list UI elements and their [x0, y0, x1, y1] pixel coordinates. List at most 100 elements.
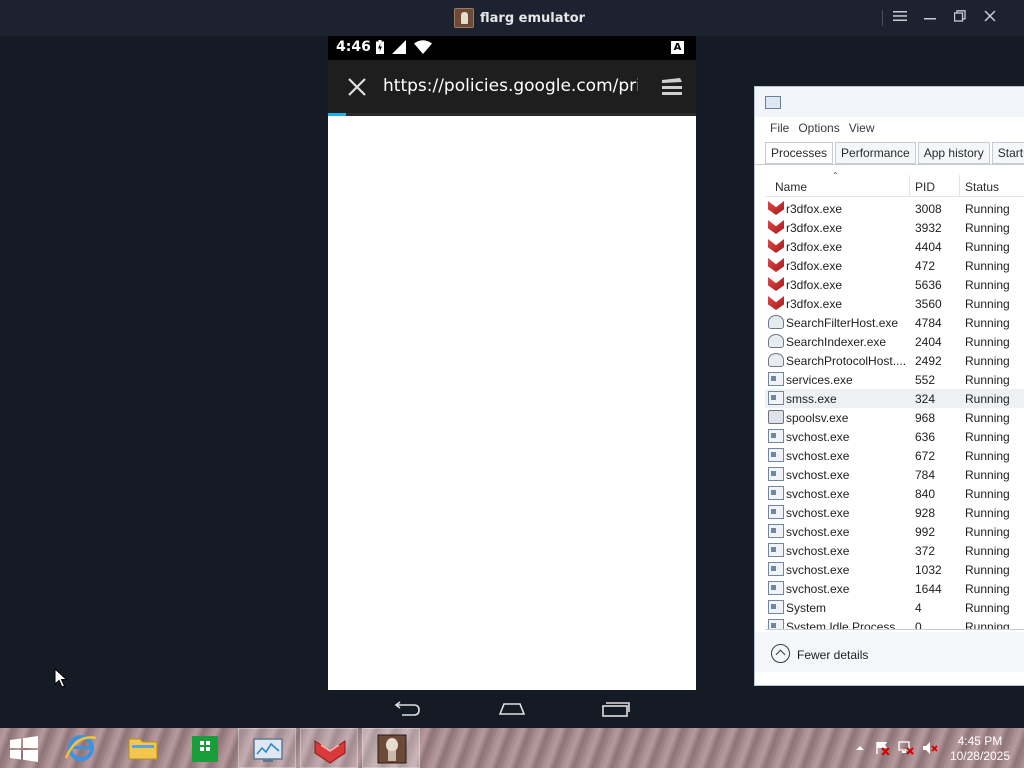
table-row[interactable]: svchost.exe 636 Running — [765, 427, 1024, 446]
process-name: r3dfox.exe — [786, 202, 843, 216]
tab-performance[interactable]: Performance — [835, 142, 916, 164]
column-divider[interactable] — [959, 175, 960, 197]
table-row[interactable]: svchost.exe 672 Running — [765, 446, 1024, 465]
collapse-chevron-icon[interactable] — [771, 644, 790, 663]
r3dfox-process-icon — [768, 277, 784, 291]
table-row[interactable]: r3dfox.exe 3560 Running — [765, 294, 1024, 313]
process-name: System Idle Process — [786, 620, 896, 629]
process-status: Running — [965, 373, 1010, 387]
column-divider[interactable] — [909, 175, 910, 197]
r3dfox-icon[interactable] — [300, 728, 358, 768]
r3dfox-process-icon — [768, 258, 784, 272]
file-explorer-icon[interactable] — [114, 728, 172, 768]
window-process-icon — [768, 562, 784, 576]
back-icon[interactable] — [392, 700, 422, 718]
process-status: Running — [965, 506, 1010, 520]
table-row[interactable]: r3dfox.exe 3932 Running — [765, 218, 1024, 237]
table-row[interactable]: svchost.exe 1032 Running — [765, 560, 1024, 579]
table-row[interactable]: svchost.exe 1644 Running — [765, 579, 1024, 598]
table-row[interactable]: r3dfox.exe 3008 Running — [765, 199, 1024, 218]
table-row[interactable]: svchost.exe 840 Running — [765, 484, 1024, 503]
process-pid: 4404 — [915, 240, 942, 254]
table-row[interactable]: System 4 Running — [765, 598, 1024, 617]
table-row[interactable]: services.exe 552 Running — [765, 370, 1024, 389]
flarg-emulator-icon[interactable] — [362, 728, 420, 768]
search-process-icon — [768, 334, 784, 348]
emulator-titlebar[interactable]: flarg emulator — [0, 0, 1024, 36]
close-tab-icon[interactable] — [346, 76, 368, 98]
table-row[interactable]: SearchIndexer.exe 2404 Running — [765, 332, 1024, 351]
r3dfox-process-icon — [768, 296, 784, 310]
tab-app-history[interactable]: App history — [917, 142, 990, 164]
table-row[interactable]: SearchFilterHost.exe 4784 Running — [765, 313, 1024, 332]
process-pid: 968 — [915, 411, 936, 425]
process-pid: 3560 — [915, 297, 942, 311]
menu-file[interactable]: File — [755, 117, 798, 139]
store-icon[interactable] — [176, 728, 234, 768]
tab-startup[interactable]: Startup — [991, 142, 1024, 164]
column-pid[interactable]: PID — [915, 180, 935, 194]
cell-signal-icon — [392, 40, 406, 54]
recents-icon[interactable] — [601, 700, 631, 718]
menu-options[interactable]: Options — [798, 117, 848, 139]
start-icon[interactable] — [10, 736, 38, 762]
restore-icon[interactable] — [950, 8, 970, 28]
process-name: svchost.exe — [786, 506, 850, 520]
process-table-body[interactable]: r3dfox.exe 3008 Running r3dfox.exe 3932 Runni… — [765, 199, 1024, 629]
table-row[interactable]: smss.exe 324 Running — [765, 389, 1024, 408]
minimize-icon[interactable] — [920, 8, 940, 28]
process-status: Running — [965, 411, 1010, 425]
table-row[interactable]: svchost.exe 928 Running — [765, 503, 1024, 522]
table-row[interactable]: svchost.exe 992 Running — [765, 522, 1024, 541]
network-icon[interactable] — [898, 741, 914, 755]
fewer-details-button[interactable]: Fewer details — [797, 648, 868, 662]
browser-menu-icon[interactable] — [660, 78, 684, 98]
emulator-title: flarg emulator — [454, 8, 585, 28]
process-status: Running — [965, 335, 1010, 349]
search-process-icon — [768, 353, 784, 367]
notification-a-icon: A — [671, 41, 684, 54]
process-status: Running — [965, 392, 1010, 406]
task-manager-footer: Fewer details — [755, 632, 1024, 672]
table-row[interactable]: spoolsv.exe 968 Running — [765, 408, 1024, 427]
window-process-icon — [768, 505, 784, 519]
close-icon[interactable] — [980, 8, 1000, 28]
status-icons — [376, 40, 432, 54]
tab-underline — [755, 164, 1024, 165]
r3dfox-process-icon — [768, 239, 784, 253]
process-pid: 552 — [915, 373, 936, 387]
process-status: Running — [965, 544, 1010, 558]
table-row[interactable]: r3dfox.exe 472 Running — [765, 256, 1024, 275]
process-pid: 372 — [915, 544, 936, 558]
table-row[interactable]: SearchProtocolHost.... 2492 Running — [765, 351, 1024, 370]
column-name[interactable]: Name — [775, 180, 807, 194]
task-manager-taskbar-icon[interactable] — [238, 728, 296, 768]
show-hidden-icons-icon[interactable] — [852, 741, 868, 755]
home-icon[interactable] — [497, 700, 527, 718]
action-center-icon[interactable] — [874, 741, 890, 755]
tab-processes[interactable]: Processes — [765, 142, 834, 164]
process-name: SearchIndexer.exe — [786, 335, 887, 349]
table-row[interactable]: svchost.exe 784 Running — [765, 465, 1024, 484]
table-row[interactable]: svchost.exe 372 Running — [765, 541, 1024, 560]
menu-icon[interactable] — [890, 8, 910, 28]
url-field[interactable]: https://policies.google.com/privacy — [383, 76, 638, 98]
volume-muted-icon[interactable] — [922, 741, 938, 755]
process-pid: 5636 — [915, 278, 942, 292]
window-process-icon — [768, 543, 784, 557]
windows-taskbar: 4:45 PM 10/28/2025 — [0, 728, 1024, 768]
footer-divider — [765, 629, 1024, 630]
process-pid: 3932 — [915, 221, 942, 235]
task-manager-titlebar[interactable] — [755, 87, 1024, 117]
process-pid: 1644 — [915, 582, 942, 596]
table-row[interactable]: r3dfox.exe 5636 Running — [765, 275, 1024, 294]
browser-page-content[interactable] — [328, 116, 696, 690]
menu-view[interactable]: View — [849, 117, 884, 139]
table-row[interactable]: r3dfox.exe 4404 Running — [765, 237, 1024, 256]
process-name: svchost.exe — [786, 430, 850, 444]
table-row[interactable]: System Idle Process 0 Running — [765, 617, 1024, 629]
column-status[interactable]: Status — [965, 180, 999, 194]
window-process-icon — [768, 581, 784, 595]
internet-explorer-icon[interactable] — [52, 728, 110, 768]
system-clock[interactable]: 4:45 PM 10/28/2025 — [950, 734, 1010, 764]
